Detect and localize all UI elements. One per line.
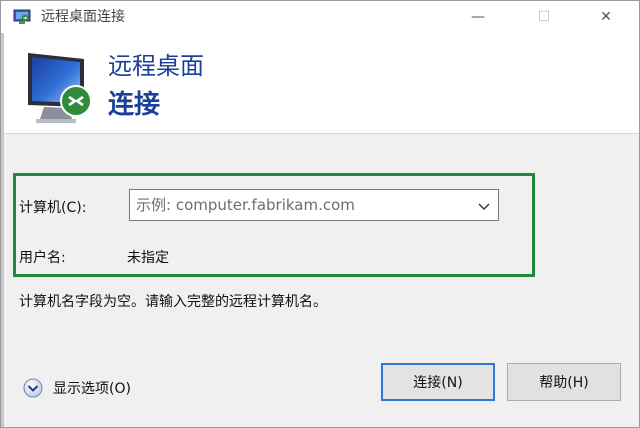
show-options-label[interactable]: 显示选项(O) bbox=[53, 378, 131, 398]
maximize-button[interactable]: ☐ bbox=[521, 1, 567, 33]
computer-input-placeholder[interactable]: 示例: computer.fabrikam.com bbox=[136, 196, 355, 214]
monitor-remote-icon bbox=[22, 49, 96, 125]
close-icon: ✕ bbox=[600, 9, 612, 25]
title-bar[interactable]: 远程桌面连接 — ☐ ✕ bbox=[1, 1, 639, 33]
help-button[interactable]: 帮助(H) bbox=[507, 363, 621, 401]
computer-combobox[interactable]: 示例: computer.fabrikam.com bbox=[129, 189, 499, 221]
header-title: 远程桌面 bbox=[108, 52, 204, 80]
computer-label: 计算机(C): bbox=[19, 200, 87, 216]
minimize-icon: — bbox=[471, 9, 485, 25]
header-banner: 远程桌面 连接 bbox=[4, 33, 639, 134]
show-options-button[interactable]: 显示选项(O) bbox=[23, 377, 131, 399]
window-title: 远程桌面连接 bbox=[41, 9, 125, 25]
username-value: 未指定 bbox=[127, 250, 169, 266]
remote-desktop-window: 远程桌面连接 — ☐ ✕ 远程桌面 连接 计算机(C): 示例: compute… bbox=[0, 0, 640, 428]
username-label: 用户名: bbox=[19, 250, 66, 266]
remote-desktop-icon bbox=[13, 9, 31, 25]
close-button[interactable]: ✕ bbox=[583, 1, 629, 33]
expand-circle-icon[interactable] bbox=[23, 378, 43, 398]
header-subtitle: 连接 bbox=[108, 90, 161, 120]
minimize-button[interactable]: — bbox=[455, 1, 501, 33]
validation-message: 计算机名字段为空。请输入完整的远程计算机名。 bbox=[19, 294, 327, 310]
chevron-down-icon[interactable] bbox=[476, 198, 492, 214]
maximize-icon: ☐ bbox=[537, 9, 551, 25]
connect-button[interactable]: 连接(N) bbox=[381, 363, 495, 401]
